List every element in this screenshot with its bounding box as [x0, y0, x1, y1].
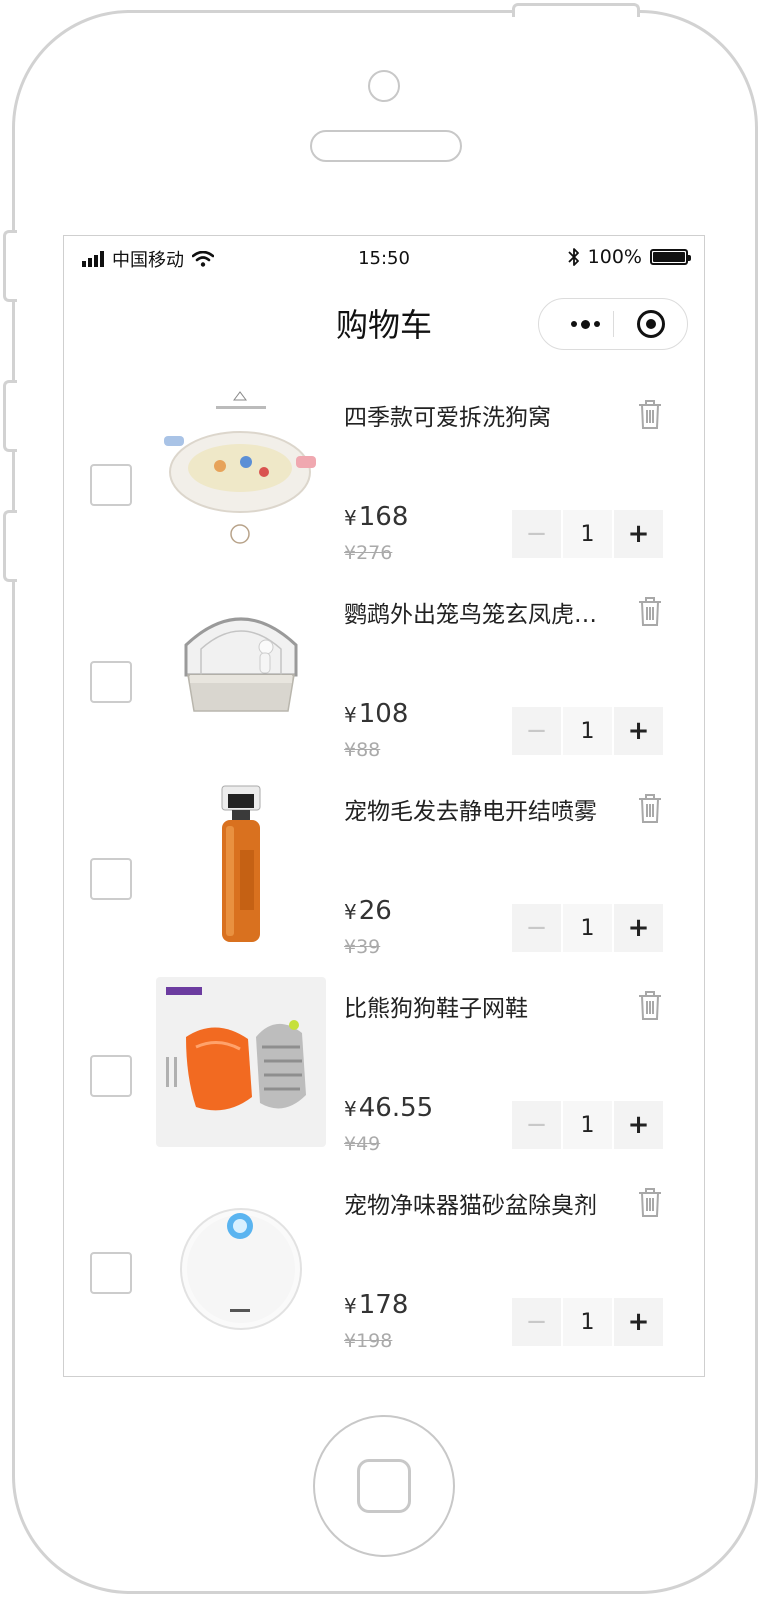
increase-button[interactable]: + [614, 510, 663, 558]
navigation-bar: 购物车 [64, 280, 704, 362]
status-right: 100% [568, 246, 691, 268]
item-original-price: ¥88 [344, 739, 381, 761]
close-mini-program-button[interactable] [614, 299, 688, 349]
quantity-stepper: − 1 + [512, 1101, 664, 1149]
item-name[interactable]: 宠物毛发去静电开结喷雾 [344, 792, 624, 826]
trash-icon[interactable] [636, 792, 664, 824]
trash-icon[interactable] [636, 1186, 664, 1218]
cart-item: 比熊狗狗鞋子网鞋 ¥46.55 ¥49 − 1 + [64, 967, 704, 1164]
volume-down-button [3, 510, 17, 582]
spray-bottle-image [156, 780, 326, 950]
item-original-price: ¥39 [344, 936, 381, 958]
increase-button[interactable]: + [614, 1101, 663, 1149]
dog-shoes-image [156, 977, 326, 1147]
quantity-stepper: − 1 + [512, 1298, 664, 1346]
item-name[interactable]: 宠物净味器猫砂盆除臭剂 [344, 1186, 624, 1220]
cart-item: 四季款可爱拆洗狗窝 ¥168 ¥276 − 1 + [64, 376, 704, 573]
item-price: ¥178 [344, 1290, 409, 1320]
quantity-value[interactable]: 1 [563, 904, 612, 952]
earpiece-speaker [310, 130, 462, 162]
cart-item: 宠物毛发去静电开结喷雾 ¥26 ¥39 − 1 + [64, 770, 704, 967]
bird-cage-image [156, 583, 326, 753]
decrease-button[interactable]: − [512, 707, 561, 755]
item-checkbox[interactable] [90, 1055, 132, 1097]
cart-item: 鹦鹉外出笼鸟笼玄凤虎… ¥108 ¥88 − 1 + [64, 573, 704, 770]
trash-icon[interactable] [636, 595, 664, 627]
quantity-stepper: − 1 + [512, 707, 664, 755]
bluetooth-icon [568, 248, 579, 266]
increase-button[interactable]: + [614, 707, 663, 755]
item-price: ¥168 [344, 502, 409, 532]
item-price: ¥46.55 [344, 1093, 434, 1123]
home-button-square-icon [357, 1459, 411, 1513]
item-checkbox[interactable] [90, 858, 132, 900]
item-original-price: ¥198 [344, 1330, 393, 1352]
item-price: ¥26 [344, 896, 392, 926]
quantity-value[interactable]: 1 [563, 510, 612, 558]
increase-button[interactable]: + [614, 904, 663, 952]
quantity-value[interactable]: 1 [563, 1298, 612, 1346]
cart-item: 宠物净味器猫砂盆除臭剂 ¥178 ¥198 − 1 + [64, 1164, 704, 1361]
front-camera [368, 70, 400, 102]
cart-list: 四季款可爱拆洗狗窝 ¥168 ¥276 − 1 + 鹦鹉外出笼鸟笼玄凤虎… ¥1… [64, 376, 704, 1361]
decrease-button[interactable]: − [512, 1101, 561, 1149]
battery-icon [650, 249, 691, 265]
item-price: ¥108 [344, 699, 409, 729]
power-button [512, 3, 640, 17]
battery-percent: 100% [587, 246, 642, 268]
item-name[interactable]: 四季款可爱拆洗狗窝 [344, 398, 624, 432]
status-bar: 中国移动 15:50 100% [64, 236, 704, 280]
item-name[interactable]: 鹦鹉外出笼鸟笼玄凤虎… [344, 595, 624, 629]
item-name[interactable]: 比熊狗狗鞋子网鞋 [344, 989, 624, 1023]
increase-button[interactable]: + [614, 1298, 663, 1346]
decrease-button[interactable]: − [512, 510, 561, 558]
volume-up-button [3, 380, 17, 452]
quantity-stepper: − 1 + [512, 510, 664, 558]
quantity-stepper: − 1 + [512, 904, 664, 952]
item-checkbox[interactable] [90, 464, 132, 506]
dog-bed-image [156, 386, 326, 556]
item-original-price: ¥276 [344, 542, 393, 564]
decrease-button[interactable]: − [512, 1298, 561, 1346]
item-checkbox[interactable] [90, 1252, 132, 1294]
quantity-value[interactable]: 1 [563, 707, 612, 755]
quantity-value[interactable]: 1 [563, 1101, 612, 1149]
phone-screen: 中国移动 15:50 100% 购物车 四季款可爱拆洗狗窝 ¥168 ¥276 … [63, 235, 705, 1377]
home-button[interactable] [313, 1415, 455, 1557]
more-menu-icon[interactable] [557, 299, 613, 349]
decrease-button[interactable]: − [512, 904, 561, 952]
deodorizer-image [156, 1174, 326, 1344]
mute-switch [3, 230, 17, 302]
item-checkbox[interactable] [90, 661, 132, 703]
item-original-price: ¥49 [344, 1133, 381, 1155]
mini-program-capsule [538, 298, 688, 350]
trash-icon[interactable] [636, 989, 664, 1021]
target-icon [637, 310, 665, 338]
trash-icon[interactable] [636, 398, 664, 430]
